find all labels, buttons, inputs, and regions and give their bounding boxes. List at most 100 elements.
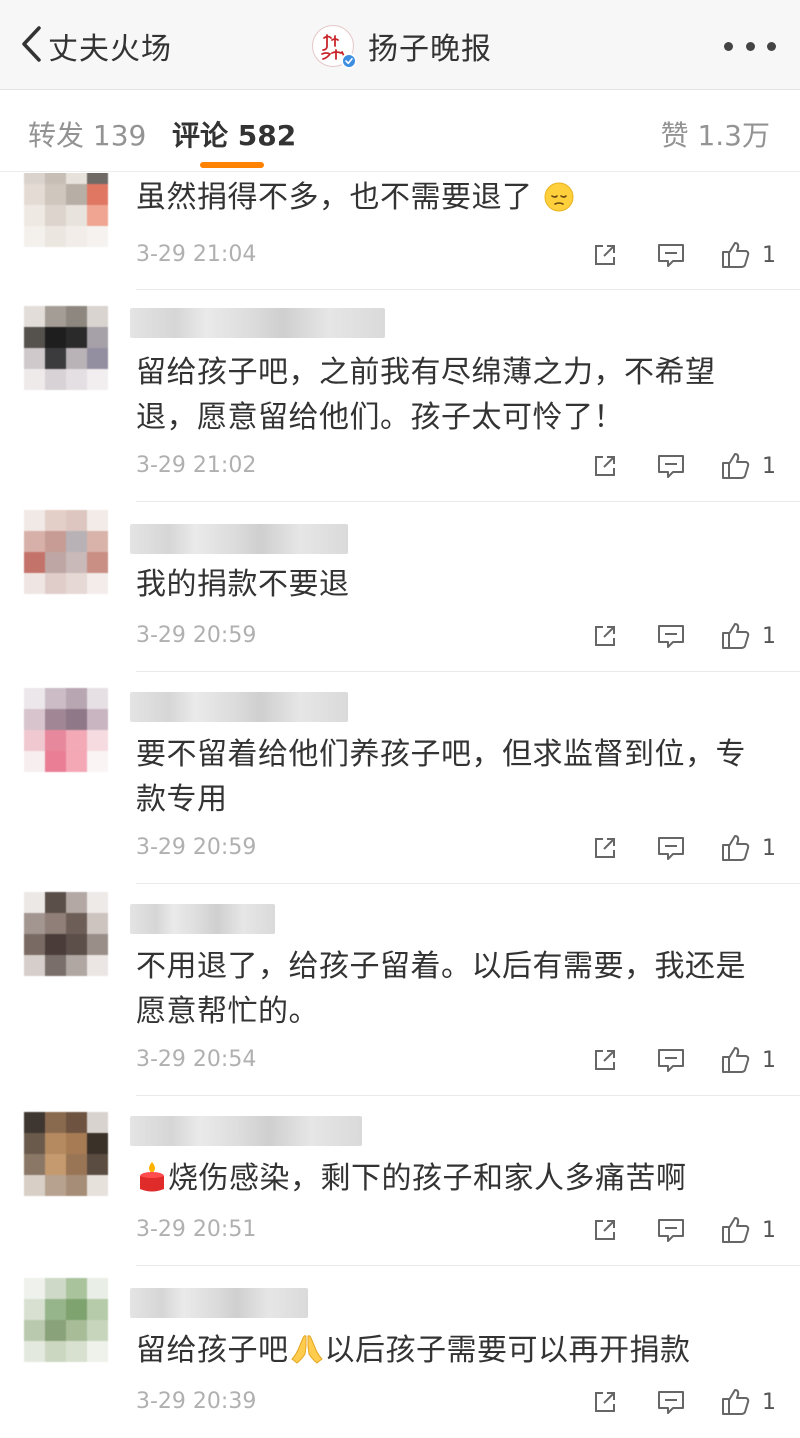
reply-button[interactable] bbox=[656, 1214, 686, 1246]
comment-item: 留给孩子吧 以后孩子需要可以再开捐款 3-29 20:39 1 bbox=[0, 1266, 800, 1438]
tab-likes[interactable]: 赞 1.3万 bbox=[661, 114, 770, 154]
comment-icon bbox=[658, 1391, 684, 1414]
comment-icon bbox=[658, 837, 684, 860]
tab-bar: 转发 139 评论 582 赞 1.3万 bbox=[0, 90, 800, 172]
comment-icon bbox=[658, 625, 684, 648]
like-button[interactable]: 1 bbox=[720, 620, 776, 652]
commenter-avatar[interactable] bbox=[24, 306, 108, 390]
like-count: 1 bbox=[762, 835, 776, 861]
commenter-name-blurred[interactable] bbox=[130, 524, 348, 554]
account-name: 扬子晚报 bbox=[368, 32, 492, 67]
like-count: 1 bbox=[762, 623, 776, 649]
comment-icon bbox=[658, 1219, 684, 1242]
commenter-avatar[interactable] bbox=[24, 510, 108, 594]
like-button[interactable]: 1 bbox=[720, 1044, 776, 1076]
share-button[interactable] bbox=[591, 1044, 619, 1076]
comment-meta: 3-29 21:04 1 bbox=[136, 239, 776, 271]
back-label: 丈夫火场 bbox=[48, 32, 172, 67]
comment-icon bbox=[658, 455, 684, 478]
share-button[interactable] bbox=[591, 1386, 619, 1418]
commenter-avatar[interactable] bbox=[24, 1112, 108, 1196]
comment-list: 虽然捐得不多，也不需要退了 3-29 21:04 1 留给孩子吧，之前我有尽绵薄… bbox=[0, 173, 800, 1438]
commenter-name-blurred[interactable] bbox=[130, 904, 275, 934]
comment-item: 留给孩子吧，之前我有尽绵薄之力，不希望退，愿意留给他们。孩子太可怜了！ 3-29… bbox=[0, 290, 800, 502]
like-button[interactable]: 1 bbox=[720, 450, 776, 482]
comment-time: 3-29 20:54 bbox=[136, 1047, 257, 1072]
share-icon bbox=[595, 245, 615, 265]
like-count: 1 bbox=[762, 453, 776, 479]
commenter-name-blurred[interactable] bbox=[130, 308, 385, 338]
more-dot-icon bbox=[745, 41, 755, 51]
comment-time: 3-29 20:59 bbox=[136, 623, 257, 648]
like-count: 1 bbox=[762, 242, 776, 268]
thumbs-up-icon bbox=[722, 835, 750, 861]
like-button[interactable]: 1 bbox=[720, 1214, 776, 1246]
back-button[interactable]: 丈夫火场 bbox=[18, 22, 172, 70]
verified-badge-icon bbox=[341, 53, 357, 69]
commenter-name-blurred[interactable] bbox=[130, 692, 348, 722]
account-header[interactable]: 扬子晚报 bbox=[312, 22, 492, 70]
account-logo bbox=[312, 25, 357, 69]
like-button[interactable]: 1 bbox=[720, 239, 776, 271]
more-dot-icon bbox=[724, 41, 733, 51]
share-icon bbox=[595, 626, 615, 646]
commenter-name-blurred[interactable] bbox=[130, 1288, 308, 1318]
share-button[interactable] bbox=[591, 620, 619, 652]
comment-item: 虽然捐得不多，也不需要退了 3-29 21:04 1 bbox=[0, 173, 800, 290]
share-button[interactable] bbox=[591, 1214, 619, 1246]
commenter-avatar[interactable] bbox=[24, 1278, 108, 1362]
commenter-avatar[interactable] bbox=[24, 688, 108, 772]
reply-button[interactable] bbox=[656, 832, 686, 864]
like-count: 1 bbox=[762, 1047, 776, 1073]
comment-meta: 3-29 20:54 1 bbox=[136, 1044, 776, 1076]
comment-icon bbox=[658, 244, 684, 267]
reply-button[interactable] bbox=[656, 620, 686, 652]
comment-icon bbox=[658, 1049, 684, 1072]
thumbs-up-icon bbox=[722, 453, 750, 479]
comment-meta: 3-29 20:39 1 bbox=[136, 1386, 776, 1418]
comment-item: 我的捐款不要退 3-29 20:59 1 bbox=[0, 502, 800, 672]
reply-button[interactable] bbox=[656, 450, 686, 482]
like-count: 1 bbox=[762, 1217, 776, 1243]
comment-text: 虽然捐得不多，也不需要退了 bbox=[136, 175, 776, 226]
more-dot-icon bbox=[767, 41, 776, 51]
comment-text: 要不留着给他们养孩子吧，但求监督到位，专款专用 bbox=[136, 737, 746, 817]
comment-time: 3-29 21:04 bbox=[136, 242, 257, 267]
thumbs-up-icon bbox=[722, 1389, 750, 1415]
like-button[interactable]: 1 bbox=[720, 832, 776, 864]
share-button[interactable] bbox=[591, 450, 619, 482]
commenter-avatar[interactable] bbox=[24, 892, 108, 976]
thumbs-up-icon bbox=[722, 623, 750, 649]
comment-meta: 3-29 20:59 1 bbox=[136, 832, 776, 864]
tab-reposts[interactable]: 转发 139 bbox=[28, 114, 146, 154]
nav-bar: 丈夫火场 扬子晚报 bbox=[0, 0, 800, 90]
thumbs-up-icon bbox=[722, 1217, 750, 1243]
comment-text: 不用退了，给孩子留着。以后有需要，我还是愿意帮忙的。 bbox=[136, 949, 746, 1029]
comment-time: 3-29 20:51 bbox=[136, 1217, 257, 1242]
folded-hands-emoji-icon bbox=[289, 1332, 325, 1379]
comment-meta: 3-29 20:51 1 bbox=[136, 1214, 776, 1246]
comment-item: 要不留着给他们养孩子吧，但求监督到位，专款专用 3-29 20:59 1 bbox=[0, 672, 800, 884]
thumbs-up-icon bbox=[722, 242, 750, 268]
tab-comments[interactable]: 评论 582 bbox=[172, 114, 296, 154]
share-button[interactable] bbox=[591, 239, 619, 271]
chevron-left-icon bbox=[18, 24, 44, 68]
like-count: 1 bbox=[762, 1389, 776, 1415]
comment-meta: 3-29 20:59 1 bbox=[136, 620, 776, 652]
active-tab-indicator bbox=[200, 162, 264, 168]
comment-time: 3-29 21:02 bbox=[136, 453, 257, 478]
share-icon bbox=[595, 1050, 615, 1070]
like-button[interactable]: 1 bbox=[720, 1386, 776, 1418]
share-icon bbox=[595, 838, 615, 858]
share-button[interactable] bbox=[591, 832, 619, 864]
reply-button[interactable] bbox=[656, 1386, 686, 1418]
reply-button[interactable] bbox=[656, 1044, 686, 1076]
reply-button[interactable] bbox=[656, 239, 686, 271]
comment-item: 烧伤感染，剩下的孩子和家人多痛苦啊 3-29 20:51 1 bbox=[0, 1096, 800, 1266]
more-options-button[interactable] bbox=[724, 30, 776, 62]
commenter-name-blurred[interactable] bbox=[130, 1116, 362, 1146]
comment-meta: 3-29 21:02 1 bbox=[136, 450, 776, 482]
commenter-avatar[interactable] bbox=[24, 173, 108, 247]
comment-item: 不用退了，给孩子留着。以后有需要，我还是愿意帮忙的。 3-29 20:54 1 bbox=[0, 884, 800, 1096]
comment-text: 烧伤感染，剩下的孩子和家人多痛苦啊 bbox=[136, 1156, 776, 1207]
